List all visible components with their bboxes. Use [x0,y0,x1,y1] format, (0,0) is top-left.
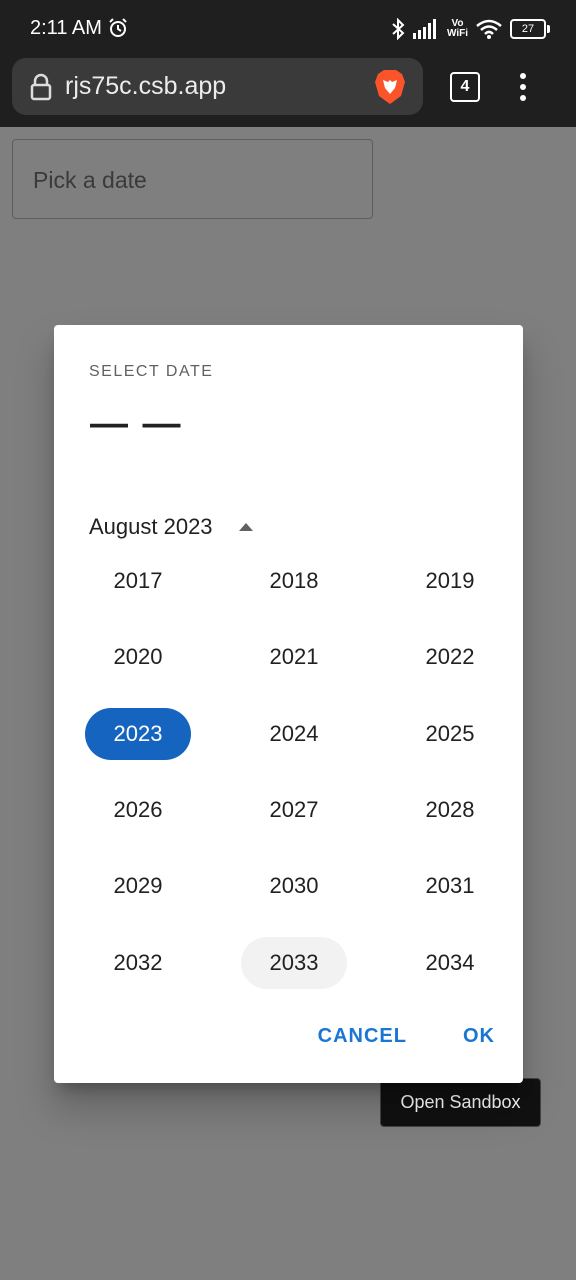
dialog-actions: CANCEL OK [318,1025,495,1048]
month-label: August 2023 [89,514,213,539]
year-option-2031[interactable]: 2031 [397,860,503,912]
status-time: 2:11 AM [30,17,102,39]
volte-icon: Vo WiFi [446,18,468,39]
browser-toolbar: rjs75c.csb.app 4 [0,58,576,127]
status-icons: Vo WiFi 27 [391,16,550,42]
url-text: rjs75c.csb.app [65,72,227,100]
status-bar: 2:11 AM Vo WiFi 27 [0,0,576,58]
year-option-2019[interactable]: 2019 [397,555,503,607]
year-option-2020[interactable]: 2020 [85,631,191,683]
arrow-up-icon[interactable] [238,523,253,531]
signal-icon [412,19,436,39]
year-option-2025[interactable]: 2025 [397,708,503,760]
year-option-2028[interactable]: 2028 [397,784,503,836]
more-menu-icon[interactable] [516,72,530,102]
year-option-2026[interactable]: 2026 [85,784,191,836]
dialog-title: SELECT DATE [89,363,214,380]
date-picker-dialog: SELECT DATE — — August 2023 2017 2018 2019… [54,325,523,1083]
open-sandbox-button[interactable]: Open Sandbox [380,1078,541,1127]
cancel-button[interactable]: CANCEL [318,1025,407,1048]
year-option-2021[interactable]: 2021 [241,631,347,683]
year-option-2030[interactable]: 2030 [241,860,347,912]
month-year-switch[interactable]: August 2023 [89,513,253,541]
brave-shields-icon[interactable] [372,68,408,106]
year-option-2033[interactable]: 2033 [241,936,347,989]
year-option-2032[interactable]: 2032 [85,937,191,989]
year-option-2018[interactable]: 2018 [241,555,347,607]
year-option-2023[interactable]: 2023 [85,707,191,760]
year-option-2022[interactable]: 2022 [397,631,503,683]
year-option-2029[interactable]: 2029 [85,860,191,912]
lock-icon [30,73,52,101]
wifi-icon [476,19,502,39]
ok-button[interactable]: OK [463,1025,495,1048]
year-option-2034[interactable]: 2034 [397,937,503,989]
year-option-2027[interactable]: 2027 [241,784,347,836]
selected-date-display: — — [90,403,183,445]
year-option-2024[interactable]: 2024 [241,708,347,760]
alarm-icon [109,18,127,37]
bluetooth-icon [392,18,405,40]
battery-icon: 27 [510,19,550,39]
address-bar[interactable]: rjs75c.csb.app [12,58,423,115]
year-option-2017[interactable]: 2017 [85,555,191,607]
tab-switcher-button[interactable]: 4 [450,72,480,102]
